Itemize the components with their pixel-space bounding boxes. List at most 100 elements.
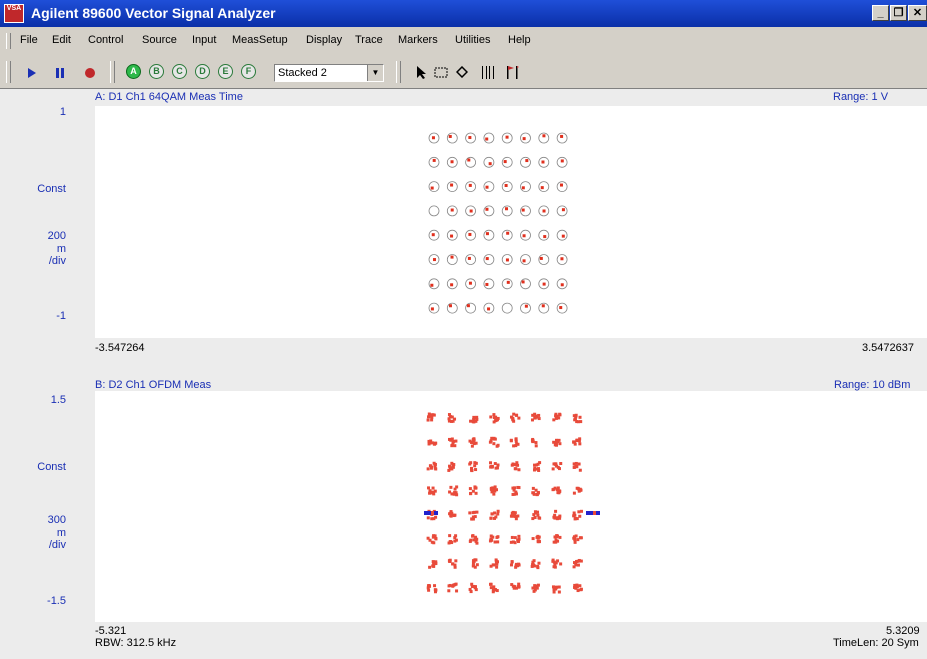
play-icon[interactable] <box>27 67 37 79</box>
trace-a-format: Const <box>37 183 66 195</box>
ofdm-symbol-cluster <box>509 560 521 569</box>
ofdm-symbol-cluster <box>426 584 438 594</box>
ofdm-symbol-cluster <box>573 583 583 593</box>
measured-symbol-point <box>430 186 434 190</box>
measured-symbol-point <box>543 235 547 239</box>
ofdm-symbol-cluster <box>551 486 562 495</box>
measured-symbol-point <box>450 234 454 238</box>
trace-a-ytop: 1 <box>59 106 66 118</box>
menu-utilities[interactable]: Utilities <box>455 34 490 46</box>
measured-symbol-point <box>521 208 525 212</box>
record-icon[interactable] <box>84 67 96 79</box>
trace-a-button[interactable]: A <box>126 64 141 79</box>
pause-icon[interactable] <box>55 67 65 79</box>
pointer-icon[interactable] <box>416 65 428 80</box>
trace-a-plot[interactable] <box>95 106 927 338</box>
ofdm-symbol-cluster <box>552 509 562 521</box>
menu-meassetup[interactable]: MeasSetup <box>232 34 288 46</box>
measured-symbol-point <box>450 160 454 164</box>
measured-symbol-point <box>560 283 564 287</box>
measured-symbol-point <box>485 207 489 211</box>
layout-select[interactable]: Stacked 2 ▼ <box>274 64 384 82</box>
trace-c-button[interactable]: C <box>172 64 187 79</box>
ofdm-symbol-cluster <box>531 510 542 521</box>
ofdm-symbol-cluster <box>448 510 457 518</box>
ofdm-symbol-cluster <box>448 485 459 497</box>
menu-control[interactable]: Control <box>88 34 123 46</box>
trace-b-plot[interactable] <box>95 391 927 622</box>
ofdm-symbol-cluster <box>489 582 499 594</box>
measured-symbol-point <box>504 184 508 188</box>
ofdm-symbol-cluster <box>572 534 583 544</box>
ofdm-symbol-cluster <box>447 413 457 423</box>
measured-symbol-point <box>561 234 565 238</box>
ofdm-symbol-cluster <box>509 437 520 448</box>
ofdm-symbol-cluster <box>572 437 582 446</box>
trace-a-constellation <box>428 132 568 314</box>
measured-symbol-point <box>431 136 435 140</box>
trace-b-scale-unit: m <box>56 527 66 539</box>
menu-markers[interactable]: Markers <box>398 34 438 46</box>
toolbar-grip <box>6 61 11 83</box>
minimize-icon[interactable]: _ <box>872 5 889 21</box>
ofdm-symbol-cluster <box>551 462 563 471</box>
measured-symbol-point <box>505 258 509 262</box>
measured-symbol-point <box>522 259 526 263</box>
ofdm-symbol-cluster <box>426 461 438 471</box>
trace-b-footer-right: TimeLen: 20 Sym <box>833 637 919 649</box>
ofdm-symbol-cluster <box>530 437 538 448</box>
restore-icon[interactable]: ❐ <box>890 5 907 21</box>
ofdm-symbol-cluster <box>552 534 562 544</box>
ideal-symbol-ring <box>446 181 458 192</box>
trace-d-button[interactable]: D <box>195 64 210 79</box>
app-logo-icon: VSA <box>4 4 24 23</box>
ideal-symbol-ring <box>483 278 495 290</box>
close-icon[interactable]: ✕ <box>908 5 927 21</box>
ofdm-symbol-cluster <box>572 413 583 424</box>
ofdm-symbol-cluster <box>572 558 583 569</box>
ideal-symbol-ring <box>483 181 495 192</box>
pilot-symbol-point <box>431 511 434 515</box>
chevron-down-icon[interactable]: ▼ <box>367 65 383 81</box>
ideal-symbol-ring <box>483 205 495 217</box>
ideal-symbol-ring <box>501 302 513 314</box>
menu-trace[interactable]: Trace <box>355 34 383 46</box>
measured-symbol-point <box>560 257 564 261</box>
ofdm-symbol-cluster <box>531 486 540 497</box>
menu-edit[interactable]: Edit <box>52 34 71 46</box>
toolbar: A B C D E F Stacked 2 ▼ <box>0 55 927 89</box>
ideal-symbol-ring <box>520 278 531 290</box>
menu-display[interactable]: Display <box>306 34 342 46</box>
menu-input[interactable]: Input <box>192 34 216 46</box>
trace-e-button[interactable]: E <box>218 64 233 79</box>
measured-symbol-point <box>468 183 472 187</box>
menu-source[interactable]: Source <box>142 34 177 46</box>
ofdm-symbol-cluster <box>530 412 541 422</box>
ofdm-symbol-cluster <box>572 461 582 472</box>
pilot-symbol-point <box>593 511 596 515</box>
menu-file[interactable]: File <box>20 34 38 46</box>
measured-symbol-point <box>506 280 510 284</box>
measured-symbol-point <box>467 256 471 260</box>
toolbar-separator-2 <box>396 61 401 83</box>
menu-help[interactable]: Help <box>508 34 531 46</box>
measured-symbol-point <box>542 282 546 286</box>
trace-b-title: B: D2 Ch1 OFDM Meas <box>95 379 212 391</box>
trace-b-xleft: -5.321 <box>95 625 127 637</box>
trace-a-scale-unit: m <box>56 243 66 255</box>
trace-f-button[interactable]: F <box>241 64 256 79</box>
ofdm-symbol-cluster <box>489 461 500 470</box>
trace-a-range: Range: 1 V <box>833 91 889 103</box>
trace-b-xright: 5.3209 <box>886 625 920 637</box>
ofdm-symbol-cluster <box>572 509 584 521</box>
marquee-icon[interactable] <box>434 67 448 78</box>
ofdm-symbol-cluster <box>489 413 500 424</box>
trace-a-per-div: /div <box>48 255 66 267</box>
measured-symbol-point <box>485 185 489 189</box>
trace-b-button[interactable]: B <box>149 64 164 79</box>
ofdm-symbol-cluster <box>530 559 541 570</box>
diamond-marker-icon[interactable] <box>456 66 468 78</box>
marker-flag-icon[interactable] <box>506 65 520 80</box>
measurement-area: A: D1 Ch1 64QAM Meas Time Range: 1 V 1 C… <box>0 89 927 659</box>
bars-icon[interactable] <box>481 65 495 80</box>
